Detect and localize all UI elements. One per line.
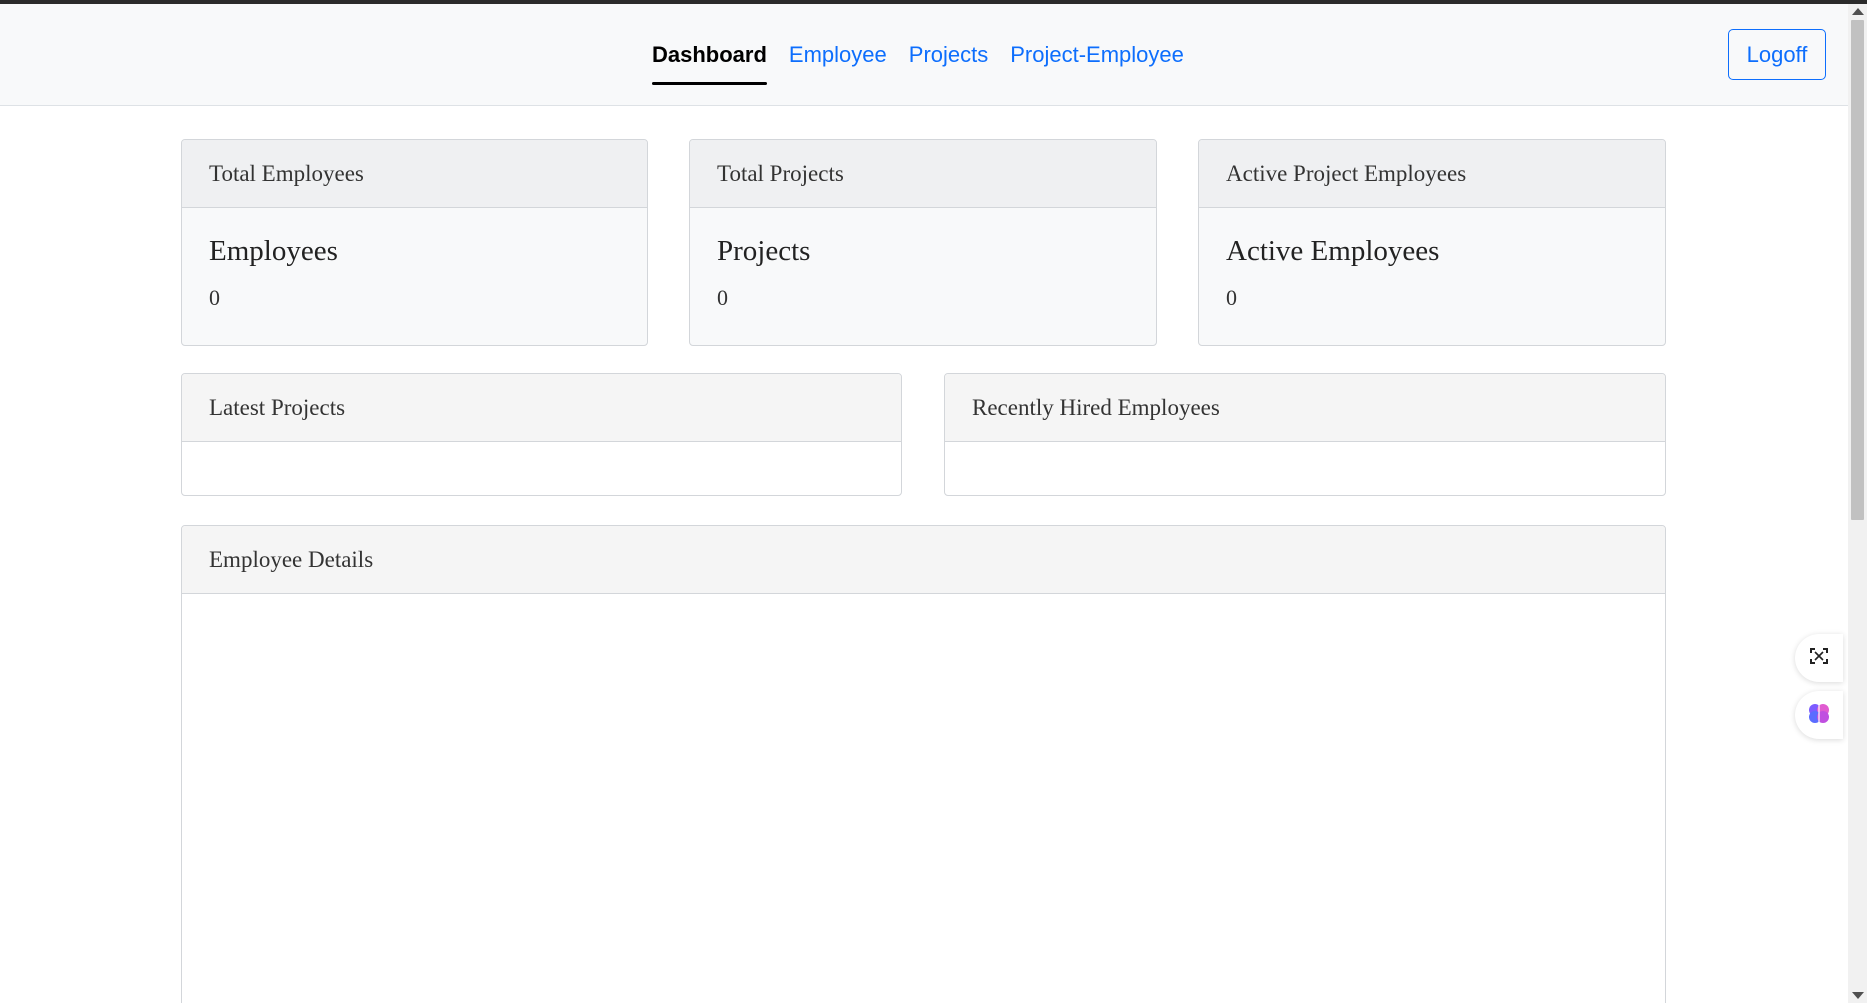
active-project-employees-card: Active Project Employees Active Employee… (1198, 139, 1666, 346)
recently-hired-panel: Recently Hired Employees (944, 373, 1666, 496)
card-header: Total Employees (182, 140, 647, 208)
card-title: Employees (209, 235, 338, 267)
brain-assistant-button[interactable] (1795, 691, 1843, 739)
card-value: 0 (209, 285, 220, 310)
card-header: Total Projects (690, 140, 1156, 208)
screenshot-tool-button[interactable] (1795, 634, 1843, 682)
card-title: Projects (717, 235, 811, 267)
card-value: 0 (717, 285, 728, 310)
scroll-thumb[interactable] (1851, 20, 1864, 520)
total-employees-card: Total Employees Employees 0 (181, 139, 648, 346)
scroll-down-arrow-icon[interactable] (1852, 992, 1864, 999)
navbar: Dashboard Employee Projects Project-Empl… (0, 4, 1848, 106)
nav-links: Dashboard Employee Projects Project-Empl… (652, 4, 1206, 106)
panel-header: Recently Hired Employees (945, 374, 1665, 442)
panel-header: Latest Projects (182, 374, 901, 442)
logoff-button[interactable]: Logoff (1728, 29, 1826, 80)
nav-link-employee[interactable]: Employee (789, 4, 887, 106)
card-header: Active Project Employees (1199, 140, 1665, 208)
card-value: 0 (1226, 285, 1237, 310)
vertical-scrollbar[interactable] (1848, 4, 1867, 1003)
nav-link-projects[interactable]: Projects (909, 4, 988, 106)
total-projects-card: Total Projects Projects 0 (689, 139, 1157, 346)
latest-projects-panel: Latest Projects (181, 373, 902, 496)
card-title: Active Employees (1226, 235, 1440, 267)
screenshot-tool-icon (1808, 645, 1830, 672)
panel-header: Employee Details (182, 526, 1665, 594)
brain-assistant-icon (1806, 700, 1832, 731)
nav-link-project-employee[interactable]: Project-Employee (1010, 4, 1184, 106)
scroll-up-arrow-icon[interactable] (1852, 8, 1864, 15)
employee-details-panel: Employee Details (181, 525, 1666, 1003)
nav-link-dashboard[interactable]: Dashboard (652, 4, 767, 106)
